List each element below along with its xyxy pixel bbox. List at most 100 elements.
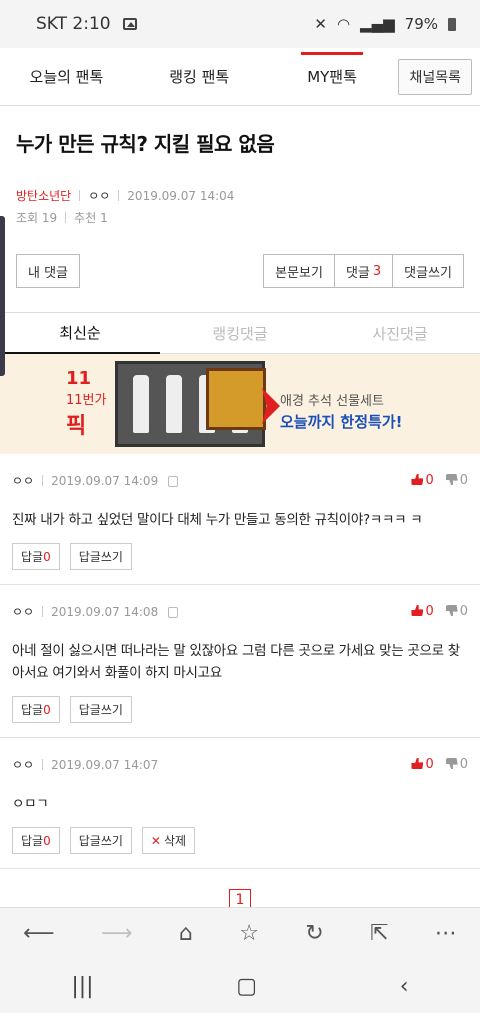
browser-toolbar: ⟵ ⟶ ⌂ ☆ ↻ ⇱ ⋯ xyxy=(0,907,480,959)
comment-date: 2019.09.07 14:09 xyxy=(51,473,159,488)
edge-panel-handle[interactable] xyxy=(0,216,5,376)
reply-label: 답글 xyxy=(21,550,44,564)
write-reply-button[interactable]: 답글쓰기 xyxy=(69,543,132,570)
divider xyxy=(42,475,44,486)
write-reply-button[interactable]: 답글쓰기 xyxy=(69,827,132,854)
comments-label: 댓글 xyxy=(345,265,370,281)
action-row: 내 댓글 본문보기 댓글 3 댓글쓰기 xyxy=(0,226,480,288)
brand-logo: 11 11번가 픽 xyxy=(0,368,110,440)
comment-item: ㅇㅇ 2019.09.07 14:08 0 0 아네 절이 싫으시면 떠나라는 … xyxy=(0,585,480,738)
thumbs-up-icon xyxy=(411,605,424,616)
upvote-count: 0 xyxy=(425,473,434,488)
status-time: SKT 2:10 xyxy=(36,14,111,34)
tab-latest[interactable]: 최신순 xyxy=(0,313,160,354)
downvote-button[interactable]: 0 xyxy=(445,604,468,619)
back-nav-icon[interactable]: ‹ xyxy=(400,974,409,999)
tab-ranking-fantalk[interactable]: 랭킹 팬톡 xyxy=(133,48,266,105)
post-views: 조회 19 xyxy=(16,211,58,225)
close-icon: ✕ xyxy=(150,833,161,848)
comment-nick: ㅇㅇ xyxy=(12,474,35,488)
downvote-button[interactable]: 0 xyxy=(445,473,468,488)
brand-logo-text: 11 xyxy=(66,368,92,389)
gallery-icon xyxy=(122,18,137,30)
delete-button[interactable]: ✕ 삭제 xyxy=(141,827,196,854)
comment-item: ㅇㅇ 2019.09.07 14:07 0 0 ㅇㅁㄱ 답글 0 답글쓰기 ✕ 삭제 xyxy=(0,738,480,869)
reply-count: 0 xyxy=(43,549,51,564)
thumbs-down-icon xyxy=(445,605,458,616)
comment-body: 아네 절이 싫으시면 떠나라는 말 있잖아요 그럼 다른 곳으로 가세요 맞는 … xyxy=(12,643,460,681)
my-comments-button[interactable]: 내 댓글 xyxy=(16,254,81,288)
comment-body: 진짜 내가 하고 싶었던 말이다 대체 누가 만들고 동의한 규칙이야?ㅋㅋㅋ … xyxy=(12,512,423,528)
home-icon[interactable]: ⌂ xyxy=(179,921,193,946)
signal-icon: ▂▄▆ xyxy=(360,15,395,33)
upvote-count: 0 xyxy=(425,757,434,772)
comment-tabs: 최신순 랭킹댓글 사진댓글 xyxy=(0,312,480,354)
divider xyxy=(79,190,81,201)
comment-body: ㅇㅁㄱ xyxy=(12,796,49,812)
banner-text: 애경 추석 선물세트 오늘까지 한정특가! xyxy=(280,390,402,432)
post-date: 2019.09.07 14:04 xyxy=(127,188,235,203)
status-bar: SKT 2:10 ✕ ◠ ▂▄▆ 79% xyxy=(0,0,480,48)
tab-ranking-comments[interactable]: 랭킹댓글 xyxy=(160,313,320,354)
ad-banner[interactable]: 11 11번가 픽 애경 추석 선물세트 오늘까지 한정특가! xyxy=(0,354,480,454)
brand-name: 11번가 xyxy=(66,393,107,408)
banner-line1: 애경 추석 선물세트 xyxy=(280,394,384,409)
tab-today-fantalk[interactable]: 오늘의 팬톡 xyxy=(0,48,133,105)
comment-nick: ㅇㅇ xyxy=(12,605,35,619)
forward-icon[interactable]: ⟶ xyxy=(101,921,133,946)
refresh-icon[interactable]: ↻ xyxy=(305,921,323,946)
reply-label: 답글 xyxy=(21,834,44,848)
post-meta: 방탄소년단 ㅇㅇ 2019.09.07 14:04 xyxy=(0,157,480,204)
thumbs-up-icon xyxy=(411,474,424,485)
reply-count: 0 xyxy=(43,833,51,848)
downvote-count: 0 xyxy=(459,473,468,488)
share-icon[interactable]: ⇱ xyxy=(370,921,388,946)
reply-button[interactable]: 답글 0 xyxy=(12,827,60,854)
thumbs-down-icon xyxy=(445,474,458,485)
wifi-icon: ◠ xyxy=(336,15,351,33)
comment-item: ㅇㅇ 2019.09.07 14:09 0 0 진짜 내가 하고 싶었던 말이다… xyxy=(0,454,480,585)
thumbs-down-icon xyxy=(445,758,458,769)
comments-button[interactable]: 댓글 3 xyxy=(334,254,394,288)
upvote-button[interactable]: 0 xyxy=(411,757,434,772)
home-button-icon[interactable]: ▢ xyxy=(236,974,257,999)
upvote-count: 0 xyxy=(425,604,434,619)
comments-count: 3 xyxy=(372,263,382,279)
product-bottle xyxy=(132,375,149,433)
star-icon[interactable]: ☆ xyxy=(239,921,259,946)
write-comment-button[interactable]: 댓글쓰기 xyxy=(393,254,464,288)
downvote-count: 0 xyxy=(459,604,468,619)
upvote-button[interactable]: 0 xyxy=(411,604,434,619)
banner-line2: 오늘까지 한정특가! xyxy=(280,413,403,431)
divider xyxy=(42,759,44,770)
view-post-button[interactable]: 본문보기 xyxy=(263,254,335,288)
lock-icon xyxy=(168,607,179,618)
post-likes: 추천 1 xyxy=(74,211,108,225)
reply-label: 답글 xyxy=(21,703,44,717)
gift-box-image xyxy=(206,368,266,430)
mute-icon: ✕ xyxy=(314,15,327,33)
more-icon[interactable]: ⋯ xyxy=(435,921,457,946)
downvote-button[interactable]: 0 xyxy=(445,757,468,772)
thumbs-up-icon xyxy=(411,758,424,769)
post-category[interactable]: 방탄소년단 xyxy=(16,187,71,204)
system-nav-bar: ||| ▢ ‹ xyxy=(0,959,480,1013)
comment-nick: ㅇㅇ xyxy=(12,758,35,772)
reply-button[interactable]: 답글 0 xyxy=(12,543,60,570)
comment-date: 2019.09.07 14:08 xyxy=(51,604,159,619)
product-bottle xyxy=(165,375,182,433)
channel-list-button[interactable]: 채널목록 xyxy=(398,58,473,95)
upvote-button[interactable]: 0 xyxy=(411,473,434,488)
back-icon[interactable]: ⟵ xyxy=(23,921,55,946)
tab-my-fantalk[interactable]: MY팬톡 xyxy=(266,48,399,105)
write-reply-button[interactable]: 답글쓰기 xyxy=(69,696,132,723)
divider xyxy=(65,212,67,223)
recent-apps-icon[interactable]: ||| xyxy=(71,974,93,999)
reply-button[interactable]: 답글 0 xyxy=(12,696,60,723)
divider xyxy=(42,606,44,617)
brand-pick: 픽 xyxy=(66,414,87,439)
post-title: 누가 만든 규칙? 지킬 필요 없음 xyxy=(16,132,275,156)
tab-photo-comments[interactable]: 사진댓글 xyxy=(320,313,480,354)
lock-icon xyxy=(168,476,179,487)
comment-date: 2019.09.07 14:07 xyxy=(51,757,159,772)
